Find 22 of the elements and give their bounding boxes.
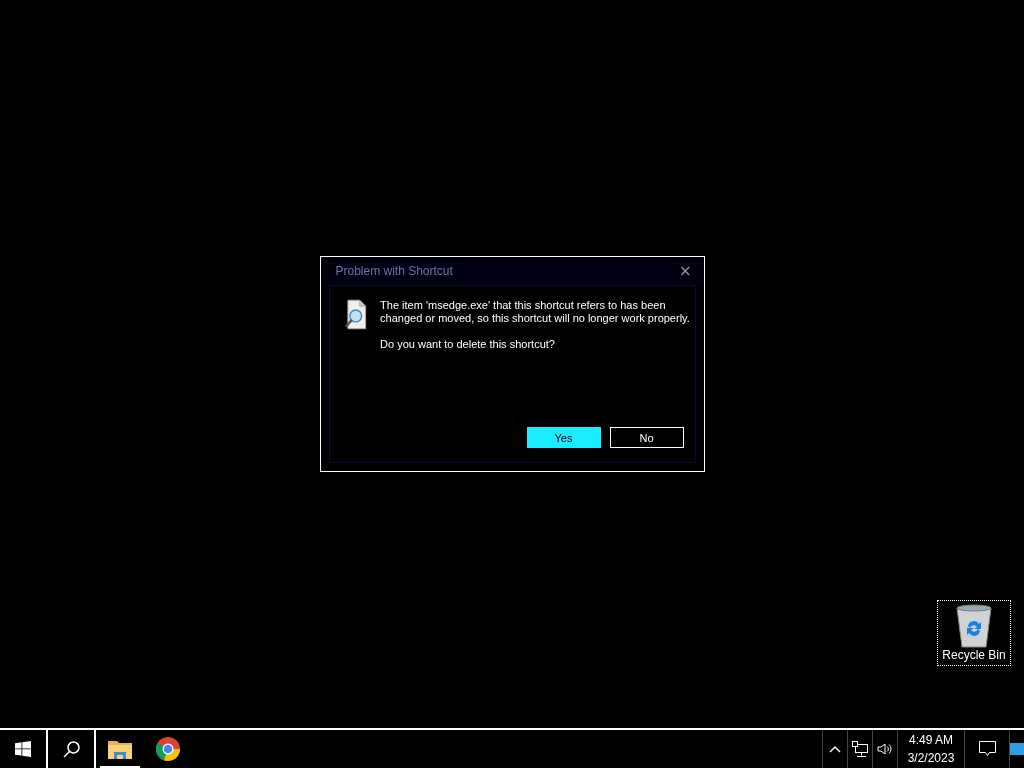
clock-date: 3/2/2023 [907, 750, 955, 767]
search-icon [62, 740, 80, 758]
recycle-bin-icon [955, 604, 993, 648]
icon-label: Recycle Bin [942, 648, 1006, 662]
message-text: The item 'msedge.exe' that this shortcut refers to has been changed or moved, so this shortcut will no longer work properly. [380, 299, 690, 324]
folder-icon [108, 739, 132, 759]
windows-logo-icon [15, 741, 31, 757]
close-button[interactable]: × [678, 262, 692, 280]
file-search-icon [342, 299, 369, 331]
desktop-icon[interactable]: Recycle Bin [937, 600, 1011, 666]
clock[interactable]: 4:49 AM 3/2/2023 [897, 730, 965, 768]
question-text: Do you want to delete this shortcut? [380, 338, 556, 351]
dialog-title: Problem with Shortcut [335, 264, 453, 278]
yes-button[interactable]: Yes [526, 427, 601, 448]
screen-icon [1010, 743, 1024, 755]
no-button[interactable]: No [609, 427, 684, 448]
speaker-icon [877, 742, 893, 756]
monitor-icon [852, 741, 868, 757]
speech-bubble-icon [978, 741, 996, 757]
browser-icon [155, 736, 181, 762]
clock-time: 4:49 AM [909, 732, 953, 749]
chevron-up-icon [829, 745, 841, 753]
